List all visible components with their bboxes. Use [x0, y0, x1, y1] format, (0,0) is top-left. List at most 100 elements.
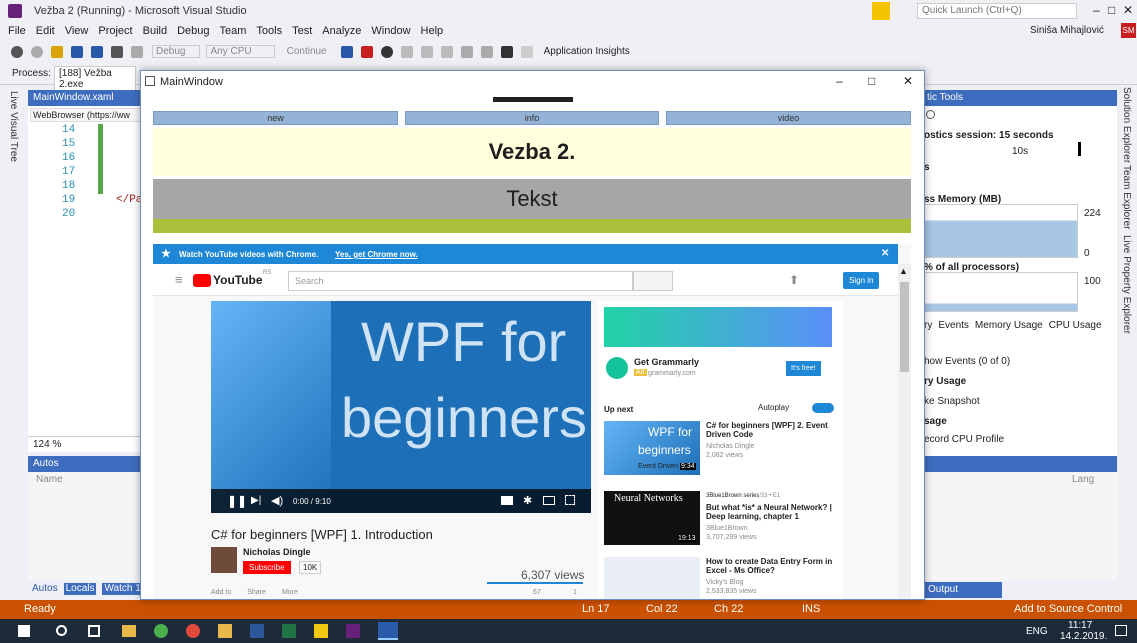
editor-nav-dropdown[interactable]: WebBrowser (https://ww [30, 108, 146, 122]
menu-window[interactable]: Window [371, 25, 410, 37]
paint-icon[interactable] [218, 624, 232, 638]
close-icon[interactable]: ✕ [1123, 3, 1133, 17]
menu-analyze[interactable]: Analyze [322, 25, 361, 37]
stop-icon[interactable] [360, 45, 373, 58]
menu-edit[interactable]: Edit [36, 25, 55, 37]
editor-zoom[interactable]: 124 % [28, 436, 148, 452]
task-view-icon[interactable] [88, 625, 100, 637]
editor-tab-xaml[interactable]: MainWindow.xaml [28, 90, 148, 106]
tab-summary[interactable]: ry [924, 320, 932, 331]
input-language[interactable]: ENG [1026, 626, 1048, 637]
solution-explorer-tab[interactable]: Solution Explorer [1121, 87, 1132, 163]
platform-select[interactable]: Any CPU [206, 45, 275, 58]
tab-locals[interactable]: Locals [63, 583, 97, 595]
yt-search-icon[interactable] [633, 271, 673, 291]
step-icon[interactable] [400, 45, 413, 58]
web-browser[interactable]: ★ Watch YouTube videos with Chrome. Yes,… [153, 244, 911, 599]
minimize-icon[interactable]: – [1093, 3, 1100, 17]
process-select[interactable]: [188] Vežba 2.exe [54, 66, 136, 92]
visual-studio-icon[interactable] [346, 624, 360, 638]
zoom-in-icon[interactable] [926, 110, 935, 119]
layout-icon[interactable] [480, 45, 493, 58]
nav-new-button[interactable]: new [153, 111, 398, 125]
upload-icon[interactable]: ⬆ [789, 273, 799, 287]
undo-icon[interactable] [111, 45, 123, 58]
new-project-icon[interactable] [51, 45, 63, 58]
menu-team[interactable]: Team [220, 25, 247, 37]
share-button[interactable]: Share [247, 589, 266, 596]
add-to-source-control[interactable]: Add to Source Control [1014, 603, 1122, 615]
live-visual-tree-tab[interactable]: Live Visual Tree [8, 91, 19, 162]
insights-button[interactable]: Application Insights [544, 46, 630, 57]
tab-watch[interactable]: Watch 1 [102, 583, 143, 595]
save-icon[interactable] [71, 45, 83, 58]
youtube-logo[interactable]: YouTube [213, 273, 263, 287]
redo-icon[interactable] [131, 45, 143, 58]
related-title[interactable]: How to create Data Entry Form in Excel -… [706, 557, 836, 575]
xaml-editor[interactable]: WebBrowser (https://ww 14 15 16 17 18 19… [28, 106, 148, 436]
menu-file[interactable]: File [8, 25, 26, 37]
tab-cpu-usage[interactable]: CPU Usage [1049, 320, 1102, 331]
live-property-explorer-tab[interactable]: Live Property Explorer [1121, 235, 1132, 334]
show-events-link[interactable]: how Events (0 of 0) [924, 356, 1010, 367]
menu-view[interactable]: View [65, 25, 89, 37]
user-avatar[interactable]: SM [1121, 23, 1136, 38]
hamburger-icon[interactable]: ≡ [175, 272, 183, 287]
next-icon[interactable]: ▶| [251, 495, 261, 506]
hot-reload-icon[interactable] [460, 45, 473, 58]
related-title[interactable]: C# for beginners [WPF] 2. Event Driven C… [706, 421, 836, 439]
step-into-icon[interactable] [420, 45, 433, 58]
subscribe-button[interactable]: Subscribe [243, 561, 291, 574]
dislike-count[interactable]: 1 [573, 589, 577, 596]
menu-help[interactable]: Help [421, 25, 444, 37]
excel-icon[interactable] [282, 624, 296, 638]
banner-close-icon[interactable]: ✕ [881, 248, 889, 259]
video-player[interactable]: WPF for beginners ❚❚ ▶| ◀) 0:00 / 9:10 ✱ [211, 301, 591, 513]
menu-debug[interactable]: Debug [177, 25, 209, 37]
chrome-banner-link[interactable]: Yes, get Chrome now. [335, 250, 418, 259]
word-icon[interactable] [250, 624, 264, 638]
back-icon[interactable] [11, 45, 23, 58]
miniplayer-icon[interactable] [543, 496, 555, 505]
comment-icon[interactable] [520, 45, 533, 58]
settings-icon[interactable]: ✱ [523, 494, 532, 507]
play-pause-icon[interactable]: ❚❚ [227, 494, 247, 508]
notification-flag-icon[interactable] [872, 2, 890, 20]
captions-icon[interactable] [501, 496, 513, 505]
like-count[interactable]: 67 [533, 589, 541, 596]
file-explorer-icon[interactable] [122, 625, 136, 637]
quick-launch-input[interactable]: Quick Launch (Ctrl+Q) [917, 3, 1077, 19]
ad-cta-button[interactable]: It's free! [786, 361, 821, 376]
mw-minimize-icon[interactable]: – [836, 74, 843, 88]
youtube-play-icon[interactable] [193, 274, 211, 287]
scroll-thumb[interactable] [900, 282, 909, 372]
mw-close-icon[interactable]: ✕ [903, 74, 913, 88]
menu-test[interactable]: Test [292, 25, 312, 37]
autoplay-toggle[interactable] [812, 403, 834, 413]
menu-tools[interactable]: Tools [256, 25, 282, 37]
action-center-icon[interactable] [1115, 625, 1127, 636]
step-out-icon[interactable] [440, 45, 453, 58]
more-button[interactable]: More [282, 589, 298, 596]
scroll-up-icon[interactable]: ▲ [899, 266, 908, 276]
browser-scrollbar[interactable]: ▲ [898, 264, 911, 599]
ad-banner[interactable] [604, 307, 832, 347]
maximize-icon[interactable]: □ [1108, 3, 1115, 17]
bookmark-icon[interactable] [500, 45, 513, 58]
nav-video-button[interactable]: video [666, 111, 911, 125]
mw-maximize-icon[interactable]: □ [868, 74, 875, 88]
lang-column[interactable]: Lang [1072, 474, 1094, 485]
tab-output[interactable]: Output [922, 582, 1002, 598]
record-cpu-profile-link[interactable]: ecord CPU Profile [924, 434, 1004, 445]
continue-button[interactable]: Continue [287, 46, 327, 57]
channel-name[interactable]: Nicholas Dingle [243, 547, 311, 557]
sign-in-button[interactable]: Sign in [843, 272, 880, 289]
tab-autos[interactable]: Autos [32, 583, 58, 595]
menu-project[interactable]: Project [98, 25, 132, 37]
forward-icon[interactable] [31, 45, 43, 58]
sticky-icon[interactable] [314, 624, 328, 638]
wpf-app-icon[interactable] [378, 622, 398, 640]
ad-name[interactable]: Get Grammarly [634, 357, 699, 367]
clock-time[interactable]: 11:17 [1068, 620, 1092, 631]
autos-name-column[interactable]: Name [36, 474, 63, 485]
